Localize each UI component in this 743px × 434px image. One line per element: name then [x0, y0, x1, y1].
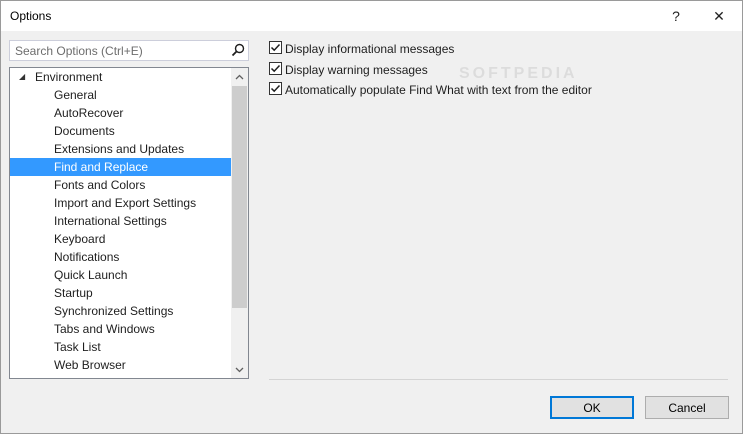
tree-item-label: Synchronized Settings — [54, 304, 174, 318]
tree-item-label: Quick Launch — [54, 268, 128, 282]
tree-item[interactable]: Web Browser — [10, 356, 232, 374]
tree-item-environment[interactable]: ◢ Environment — [10, 68, 102, 86]
options-dialog: Options ? ✕ ◢Environment General AutoReco… — [0, 0, 743, 434]
tree-item-label: Task List — [54, 340, 101, 354]
close-button[interactable]: ✕ — [696, 1, 742, 31]
search-box[interactable] — [9, 40, 249, 61]
tree-item-label: Find and Replace — [54, 160, 149, 174]
tree-item-label: Web Browser — [54, 358, 126, 372]
option-label: Display informational messages — [285, 41, 455, 56]
close-icon: ✕ — [713, 7, 725, 24]
tree-item[interactable]: AutoRecover — [10, 104, 232, 122]
help-button[interactable]: ? — [653, 1, 699, 31]
checkmark-icon — [270, 44, 281, 52]
checkmark-icon — [270, 65, 281, 73]
tree-item-label: Extensions and Updates — [54, 142, 185, 156]
tree-item[interactable]: Fonts and Colors — [10, 176, 232, 194]
checkmark-icon — [270, 85, 281, 93]
tree-scrollbar[interactable] — [231, 68, 248, 378]
scroll-thumb[interactable] — [232, 86, 247, 308]
tree-item[interactable]: Task List — [10, 338, 232, 356]
checkbox[interactable] — [269, 82, 282, 96]
tree-item-label: Fonts and Colors — [54, 178, 146, 192]
tree-item-label: Import and Export Settings — [54, 196, 197, 210]
tree-item-label: AutoRecover — [54, 106, 124, 120]
cancel-button[interactable]: Cancel — [645, 396, 729, 419]
expand-caret-icon[interactable]: ◢ — [19, 68, 35, 86]
checkbox[interactable] — [269, 41, 282, 55]
title-bar: Options ? ✕ — [1, 1, 742, 31]
checkbox[interactable] — [269, 62, 282, 76]
scroll-down-button[interactable] — [231, 361, 248, 378]
ok-button[interactable]: OK — [550, 396, 634, 419]
dialog-title: Options — [10, 9, 52, 23]
tree-item[interactable]: Documents — [10, 122, 232, 140]
option-checkbox-row[interactable]: Display warning messages — [269, 61, 428, 79]
chevron-up-icon — [235, 74, 244, 79]
options-tree: ◢ Environment General AutoRecover Documents… — [9, 67, 249, 379]
tree-root-label: Environment — [35, 70, 103, 84]
option-label: Automatically populate Find What with te… — [285, 82, 592, 97]
tree-item[interactable]: Startup — [10, 284, 232, 302]
tree-item[interactable]: Keyboard — [10, 230, 232, 248]
search-icon[interactable] — [231, 43, 245, 60]
scroll-up-button[interactable] — [231, 68, 248, 85]
search-input[interactable] — [10, 41, 233, 60]
separator — [269, 379, 728, 380]
tree-item[interactable]: Import and Export Settings — [10, 194, 232, 212]
tree-item[interactable]: Extensions and Updates — [10, 140, 232, 158]
tree-item-label: Notifications — [54, 250, 120, 264]
tree-item[interactable]: Tabs and Windows — [10, 320, 232, 338]
tree-item[interactable]: Quick Launch — [10, 266, 232, 284]
help-icon: ? — [672, 8, 680, 24]
option-checkbox-row[interactable]: Automatically populate Find What with te… — [269, 81, 592, 99]
watermark: SOFTPEDIA — [459, 65, 578, 82]
tree-item-label: International Settings — [54, 214, 167, 228]
option-label: Display warning messages — [285, 62, 428, 77]
tree-item-label: Documents — [54, 124, 115, 138]
tree-item-label: Tabs and Windows — [54, 322, 155, 336]
tree-item[interactable]: Find and Replace — [10, 158, 232, 176]
tree-item[interactable]: International Settings — [10, 212, 232, 230]
tree-item-label: Keyboard — [54, 232, 106, 246]
tree-item-label: General — [54, 88, 97, 102]
option-checkbox-row[interactable]: Display informational messages — [269, 40, 454, 58]
tree-item[interactable]: General — [10, 86, 232, 104]
tree-item[interactable]: Synchronized Settings — [10, 302, 232, 320]
chevron-down-icon — [235, 367, 244, 372]
tree-item-label: Startup — [54, 286, 93, 300]
tree-item[interactable]: Notifications — [10, 248, 232, 266]
